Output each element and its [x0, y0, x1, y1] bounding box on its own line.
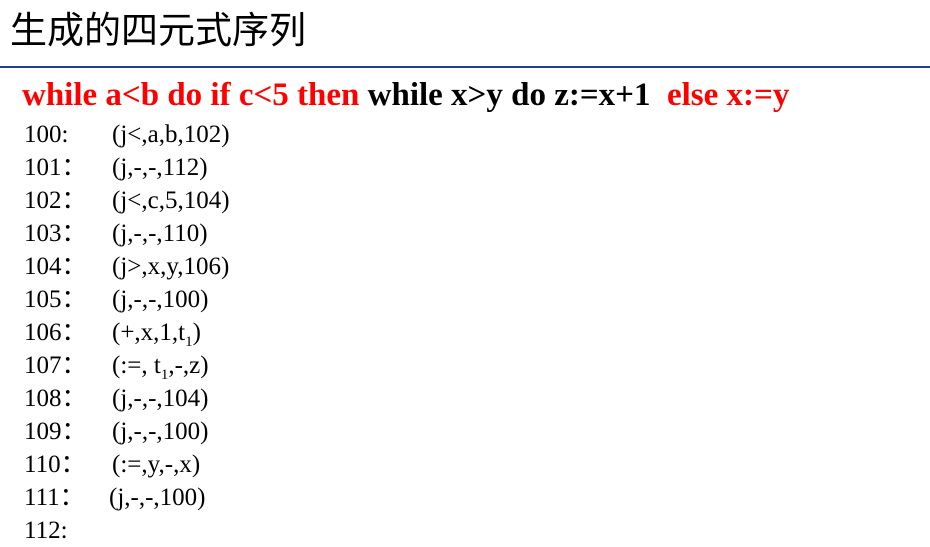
quadruple-address: 112:: [24, 517, 68, 544]
tuple-text: ): [192, 319, 201, 346]
quadruple-address: 105：: [24, 286, 87, 313]
quadruple-tuple: (:=, t1,-,z): [112, 349, 209, 383]
tuple-text: (j>,x,y,106): [112, 253, 230, 280]
tuple-text: (j,-,-,100): [109, 484, 206, 511]
tuple-text: (j,-,-,100): [112, 286, 209, 313]
quadruple-address: 107：: [24, 352, 87, 379]
source-statement: while a<b do if c<5 then while x>y do z:…: [22, 75, 789, 115]
temp-subscript: 1: [185, 334, 193, 350]
quadruple-tuple: (j>,x,y,106): [112, 250, 229, 283]
tuple-text: (:=,y,-,x): [112, 451, 201, 478]
quadruple-address: 109：: [24, 418, 87, 445]
statement-segment-outer: while a<b do if c<5 then: [22, 77, 368, 113]
quadruple-tuple: (j,-,-,100): [112, 415, 209, 448]
quadruple-tuple: (j<,c,5,104): [112, 184, 230, 217]
quadruple-address: 102：: [24, 187, 87, 214]
quadruple-tuple: (j,-,-,104): [112, 382, 209, 415]
quadruple-tuple: (j,-,-,100): [112, 283, 209, 316]
statement-segment-inner: while x>y do z:=x+1: [367, 77, 667, 113]
quadruple-address: 106：: [24, 319, 87, 346]
tuple-text: (+,x,1,t: [112, 319, 186, 346]
quadruple-address: 100:: [24, 121, 69, 148]
tuple-text: (j<,a,b,102): [112, 121, 230, 148]
quadruple-address: 108：: [24, 385, 87, 412]
tuple-text: (j,-,-,100): [112, 418, 209, 445]
quadruple-address: 101：: [24, 154, 87, 181]
quadruple-tuple: (j,-,-,110): [112, 217, 208, 250]
quadruple-tuple: (+,x,1,t1): [112, 316, 201, 350]
quadruple-address: 110：: [24, 451, 86, 478]
quadruple-tuple: (j,-,-,112): [112, 151, 208, 184]
tuple-text: ,-,z): [168, 352, 209, 379]
tuple-text: (j,-,-,112): [112, 154, 208, 181]
tuple-text: (j,-,-,104): [112, 385, 209, 412]
quadruple-tuple: (j<,a,b,102): [112, 118, 230, 151]
quadruple-address: 111：: [24, 484, 85, 511]
statement-segment-else: else x:=y: [666, 77, 790, 113]
quadruple-tuple: (:=,y,-,x): [112, 448, 200, 481]
quadruple-address: 103：: [24, 220, 87, 247]
quadruple-tuple: (j,-,-,100): [109, 481, 206, 514]
tuple-text: (j<,c,5,104): [112, 187, 230, 214]
tuple-text: (:=, t: [112, 352, 161, 379]
quadruple-address: 104：: [24, 253, 87, 280]
tuple-text: (j,-,-,110): [112, 220, 208, 247]
title-divider: [0, 66, 930, 68]
slide-title: 生成的四元式序列: [10, 9, 306, 52]
